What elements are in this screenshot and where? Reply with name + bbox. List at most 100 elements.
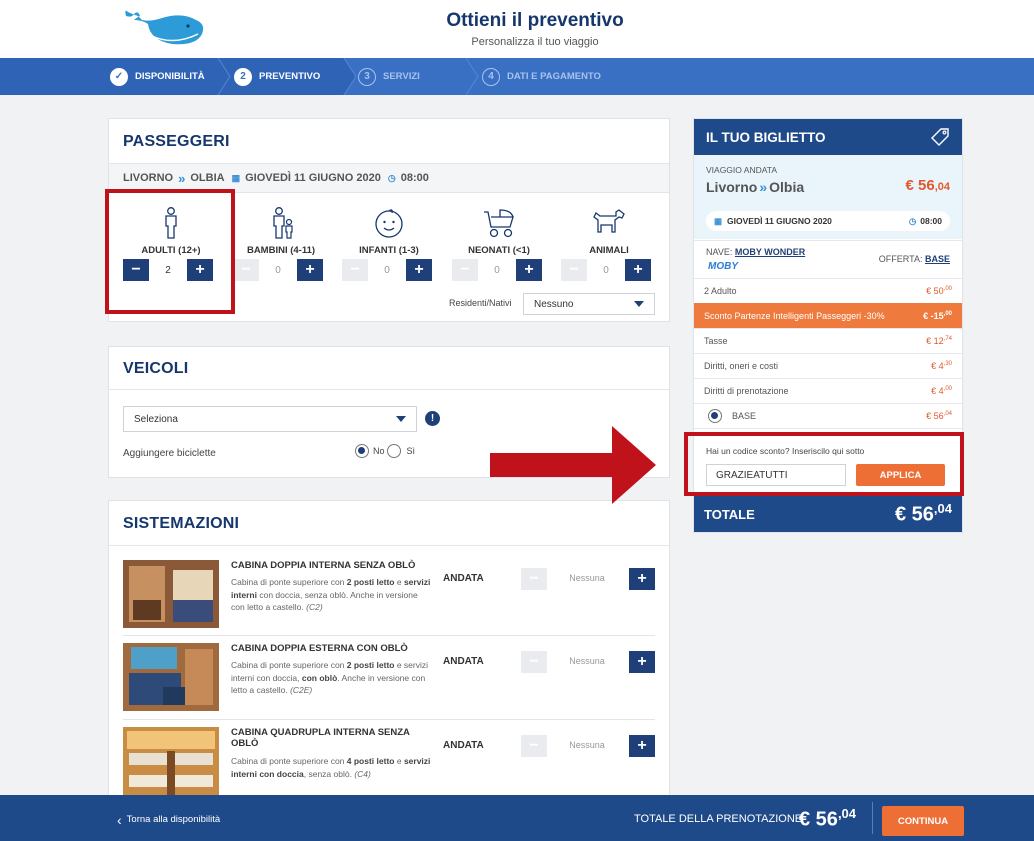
pax-label: NEONATI (<1) <box>468 245 530 256</box>
stepper-value: 0 <box>494 264 500 276</box>
chevron-down-icon <box>634 301 644 307</box>
offer-label: OFFERTA: <box>878 254 923 264</box>
route-to: OLBIA <box>190 172 225 184</box>
plus-button[interactable]: + <box>625 259 651 281</box>
vehicle-select[interactable]: Seleziona <box>123 406 417 432</box>
page-subtitle: Personalizza il tuo viaggio <box>471 36 599 48</box>
cabin-description: Cabina di ponte superiore con 4 posti le… <box>231 756 431 779</box>
cabin-item: CABINA DOPPIA INTERNA SENZA OBLÒ Cabina … <box>123 560 655 644</box>
minus-button[interactable]: − <box>452 259 478 281</box>
clock-icon: ◷ <box>908 215 917 226</box>
booking-total-value: € 56,04 <box>799 806 857 831</box>
plus-button[interactable]: + <box>516 259 542 281</box>
pax-label: INFANTI (1-3) <box>359 245 419 256</box>
section-title: SISTEMAZIONI <box>123 515 240 532</box>
ticket-header: IL TUO BIGLIETTO <box>694 119 962 155</box>
clock-icon: ◷ <box>387 172 396 183</box>
stepper-value: 0 <box>603 264 609 276</box>
step-number: 4 <box>482 67 500 86</box>
cabin-title: CABINA DOPPIA ESTERNA CON OBLÒ <box>231 643 408 654</box>
pax-newborns: NEONATI (<1) <box>447 207 551 256</box>
radio-yes[interactable] <box>386 444 401 458</box>
step-preventivo[interactable]: 2 PREVENTIVO <box>234 58 320 95</box>
ship-info: NAVE: MOBY WONDER MOBY OFFERTA: BASE <box>694 240 962 278</box>
bottom-bar: ‹ Torna alla disponibilità TOTALE DELLA … <box>0 795 1034 841</box>
ship-name-link[interactable]: MOBY WONDER <box>735 247 805 257</box>
cabin-direction: ANDATA <box>443 740 484 751</box>
infants-stepper: − 0 + <box>342 259 432 281</box>
minus-button[interactable]: − <box>521 651 547 673</box>
step-servizi[interactable]: 3 SERVIZI <box>358 58 420 95</box>
cabin-quantity: Nessuna <box>569 656 605 666</box>
cabin-photo <box>123 560 219 628</box>
progress-steps: ✓ DISPONIBILITÀ 2 PREVENTIVO 3 SERVIZI 4… <box>0 58 1034 95</box>
continue-button[interactable]: CONTINUA <box>882 806 964 836</box>
plus-button[interactable]: + <box>297 259 323 281</box>
double-chevron-icon: » <box>178 170 186 186</box>
step-dati-pagamento[interactable]: 4 DATI E PAGAMENTO <box>482 58 601 95</box>
highlight-box-promo <box>684 432 964 496</box>
cabin-title: CABINA QUADRUPLA INTERNA SENZA OBLÒ <box>231 727 410 749</box>
chevron-left-icon: ‹ <box>117 811 122 828</box>
route-time: 08:00 <box>400 172 429 184</box>
cabin-direction: ANDATA <box>443 573 484 584</box>
accommodations-card: SISTEMAZIONI CABINA DOPPIA INTERNA SENZA… <box>108 500 670 800</box>
calendar-icon: ▦ <box>714 215 723 226</box>
booking-total-label: TOTALE DELLA PRENOTAZIONE <box>634 813 803 825</box>
offer-name-link[interactable]: BASE <box>925 254 950 264</box>
moby-brand-logo: MOBY <box>708 261 738 272</box>
trip-date-pill: ▦ GIOVEDÌ 11 GIUGNO 2020 ◷ 08:00 <box>706 211 950 231</box>
select-value: Seleziona <box>134 413 178 425</box>
cabin-direction: ANDATA <box>443 656 484 667</box>
minus-button[interactable]: − <box>233 259 259 281</box>
trip-label: VIAGGIO ANDATA <box>706 165 778 175</box>
back-label: Torna alla disponibilità <box>126 814 221 825</box>
minus-button[interactable]: − <box>521 568 547 590</box>
step-label: DATI E PAGAMENTO <box>507 71 601 82</box>
stepper-value: 0 <box>384 264 390 276</box>
step-label: SERVIZI <box>383 71 420 82</box>
step-number: 3 <box>358 67 376 86</box>
cabin-photo <box>123 643 219 711</box>
pax-label: ANIMALI <box>589 245 629 256</box>
highlight-box-adults <box>105 189 235 314</box>
plus-button[interactable]: + <box>629 651 655 673</box>
newborns-stepper: − 0 + <box>452 259 542 281</box>
trip-price: € 56,04 <box>905 177 951 194</box>
step-label: PREVENTIVO <box>259 71 321 82</box>
plus-button[interactable]: + <box>629 568 655 590</box>
offer-row[interactable]: BASE € 56,04 <box>694 403 962 428</box>
section-title: VEICOLI <box>123 360 189 377</box>
top-header: Ottieni il preventivo Personalizza il tu… <box>0 0 1034 58</box>
plus-button[interactable]: + <box>406 259 432 281</box>
cabin-quantity: Nessuna <box>569 740 605 750</box>
route-date: GIOVEDÌ 11 GIUGNO 2020 <box>245 172 381 184</box>
minus-button[interactable]: − <box>521 735 547 757</box>
ticket-total: TOTALE € 56,04 <box>694 496 962 532</box>
residents-label: Residenti/Nativi <box>449 298 512 308</box>
ticket-tag-icon <box>931 128 949 146</box>
select-value: Nessuno <box>534 298 574 310</box>
children-stepper: − 0 + <box>233 259 323 281</box>
cabin-item: CABINA DOPPIA ESTERNA CON OBLÒ Cabina di… <box>123 643 655 727</box>
back-link[interactable]: ‹ Torna alla disponibilità <box>117 811 221 828</box>
plus-button[interactable]: + <box>629 735 655 757</box>
price-row: 2 Adulto € 50,00 <box>694 278 962 303</box>
dog-icon <box>593 209 625 233</box>
double-chevron-icon: » <box>759 179 768 195</box>
residents-select[interactable]: Nessuno <box>523 293 655 315</box>
stroller-icon <box>484 209 514 238</box>
minus-button[interactable]: − <box>561 259 587 281</box>
divider <box>109 389 669 390</box>
discount-row: Sconto Partenze Intelligenti Passeggeri … <box>694 303 962 328</box>
divider <box>123 635 655 636</box>
cabin-description: Cabina di ponte superiore con 2 posti le… <box>231 577 431 612</box>
cabin-photo <box>123 727 219 795</box>
child-icon <box>273 207 293 239</box>
ship-label: NAVE: <box>706 247 733 257</box>
radio-no[interactable] <box>355 444 369 458</box>
minus-button[interactable]: − <box>342 259 368 281</box>
pax-infants: INFANTI (1-3) <box>337 207 441 256</box>
info-icon[interactable]: ! <box>425 411 440 426</box>
step-disponibilita[interactable]: ✓ DISPONIBILITÀ <box>110 58 205 95</box>
